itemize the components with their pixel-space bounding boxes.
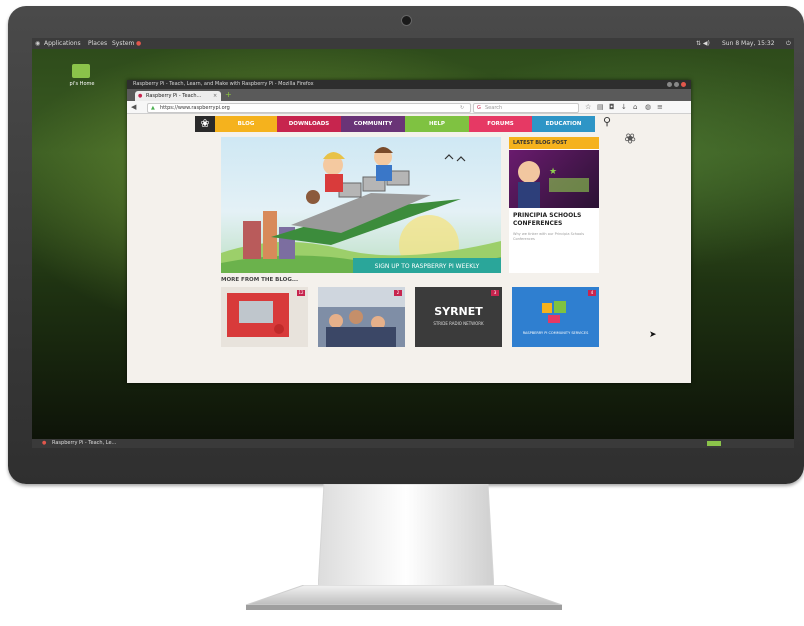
- latest-blog-card[interactable]: LATEST BLOG POST ★ PRINCIPIA SCHOOLS CON…: [509, 137, 599, 273]
- search-field[interactable]: G Search: [473, 103, 579, 113]
- close-button[interactable]: [681, 82, 686, 87]
- desktop-icon-label: pi's Home: [69, 81, 95, 87]
- reading-list-icon[interactable]: ▤: [597, 102, 604, 112]
- new-tab-icon[interactable]: +: [225, 90, 232, 100]
- folder-icon: [72, 64, 90, 78]
- page-content: ❀ BLOG DOWNLOADS COMMUNITY HELP FORUMS E…: [127, 114, 691, 383]
- thumb-image: [227, 293, 289, 337]
- latest-blog-image: ★: [509, 150, 599, 208]
- window-titlebar[interactable]: Raspberry Pi - Teach, Learn, and Make wi…: [127, 80, 691, 89]
- favicon-icon: ●: [138, 93, 143, 99]
- clock: Sun 8 May, 15:32: [722, 40, 775, 47]
- comment-count-badge: 3: [491, 290, 499, 296]
- nav-community[interactable]: COMMUNITY: [341, 116, 405, 132]
- bookmark-star-icon[interactable]: ☆: [585, 102, 591, 112]
- latest-blog-excerpt: Why we tinker with our Principia Schools…: [513, 232, 585, 241]
- home-icon[interactable]: ⌂: [633, 102, 637, 112]
- thumb-image: [318, 287, 405, 347]
- taskbar-window-label: Raspberry Pi - Teach, Le...: [52, 440, 117, 446]
- back-icon[interactable]: ◀: [131, 102, 136, 112]
- nav-forums[interactable]: FORUMS: [469, 116, 532, 132]
- tab-bar: ● Raspberry Pi - Teach... × +: [127, 89, 691, 101]
- menu-applications[interactable]: Applications: [44, 38, 81, 49]
- url-text: https://www.raspberrypi.org: [160, 105, 230, 111]
- workspace-switcher[interactable]: [707, 441, 721, 446]
- signup-cta-button[interactable]: SIGN UP TO RASPBERRY PI WEEKLY: [353, 258, 501, 273]
- raspberry-logo-icon[interactable]: ❀: [195, 116, 215, 132]
- nav-help[interactable]: HELP: [405, 116, 469, 132]
- comment-count-badge: 12: [297, 290, 305, 296]
- top-panel: ◉ Applications Places System ● ⇅ ◀) Sun …: [32, 38, 794, 49]
- more-from-blog-heading: MORE FROM THE BLOG...: [221, 277, 299, 283]
- tab-close-icon[interactable]: ×: [213, 91, 217, 101]
- monitor-stand-neck: [318, 484, 494, 589]
- nav-education[interactable]: EDUCATION: [532, 116, 595, 132]
- nav-blog[interactable]: BLOG: [215, 116, 277, 132]
- hero-banner[interactable]: SIGN UP TO RASPBERRY PI WEEKLY: [221, 137, 501, 273]
- nav-downloads[interactable]: DOWNLOADS: [277, 116, 341, 132]
- menu-places[interactable]: Places: [88, 38, 107, 49]
- url-bar[interactable]: ▲ https://www.raspberrypi.org ↻: [147, 103, 471, 113]
- site-search-icon[interactable]: ⚲: [603, 115, 611, 128]
- desktop-home-icon[interactable]: pi's Home: [52, 64, 112, 104]
- comment-count-badge: 2: [394, 290, 402, 296]
- bottom-taskbar: ● Raspberry Pi - Teach, Le...: [32, 439, 794, 448]
- power-icon[interactable]: ⏻: [786, 38, 791, 49]
- firefox-window: Raspberry Pi - Teach, Learn, and Make wi…: [127, 80, 691, 383]
- tray-icons: ⇅ ◀): [696, 40, 710, 47]
- comment-count-badge: 4: [588, 290, 596, 296]
- thumb-image: [542, 301, 566, 323]
- thumb-caption: SYRNET: [434, 305, 483, 318]
- mouse-cursor-icon: ➤: [649, 330, 657, 340]
- blog-thumb-2[interactable]: 2: [318, 287, 405, 347]
- svg-text:★: ★: [549, 167, 557, 177]
- desktop-screen: ◉ Applications Places System ● ⇅ ◀) Sun …: [32, 38, 794, 448]
- search-placeholder: Search: [485, 105, 503, 111]
- minimize-button[interactable]: [667, 82, 672, 87]
- hero-illustration: [221, 147, 501, 273]
- monitor-stand-base: [245, 585, 563, 610]
- chat-icon[interactable]: ◍: [645, 102, 651, 112]
- latest-blog-heading: LATEST BLOG POST: [509, 137, 599, 149]
- reload-icon[interactable]: ↻: [460, 104, 464, 112]
- rpi-brand-mark-icon: ❀: [621, 128, 640, 149]
- thumb-subcaption: RASPBERRY PI COMMUNITY SERVICES: [522, 331, 589, 335]
- nav-toolbar: ◀ ▲ https://www.raspberrypi.org ↻ G Sear…: [127, 101, 691, 114]
- download-icon[interactable]: ↓: [621, 102, 627, 112]
- browser-launcher-icon[interactable]: ●: [136, 38, 141, 49]
- site-nav: ❀ BLOG DOWNLOADS COMMUNITY HELP FORUMS E…: [195, 116, 595, 132]
- window-title: Raspberry Pi - Teach, Learn, and Make wi…: [133, 81, 314, 87]
- lock-icon: ▲: [151, 105, 155, 111]
- maximize-button[interactable]: [674, 82, 679, 87]
- pocket-icon[interactable]: ◘: [609, 102, 615, 112]
- firefox-icon: ●: [42, 440, 47, 446]
- blog-thumb-3[interactable]: SYRNET STRIDE RADIO NETWORK 3: [415, 287, 502, 347]
- search-engine-icon: G: [477, 105, 481, 111]
- tab-label: Raspberry Pi - Teach...: [146, 93, 202, 99]
- distro-logo-icon[interactable]: ◉: [35, 38, 40, 49]
- blog-thumb-4[interactable]: RASPBERRY PI COMMUNITY SERVICES 4: [512, 287, 599, 347]
- latest-blog-title[interactable]: PRINCIPIA SCHOOLS CONFERENCES: [513, 212, 597, 228]
- blog-thumb-1[interactable]: 12: [221, 287, 308, 347]
- menu-system[interactable]: System: [112, 38, 134, 49]
- menu-icon[interactable]: ≡: [657, 102, 663, 112]
- tab-raspberrypi[interactable]: ● Raspberry Pi - Teach... ×: [135, 91, 221, 101]
- thumb-subcaption: STRIDE RADIO NETWORK: [433, 321, 484, 326]
- webcam: [401, 15, 412, 26]
